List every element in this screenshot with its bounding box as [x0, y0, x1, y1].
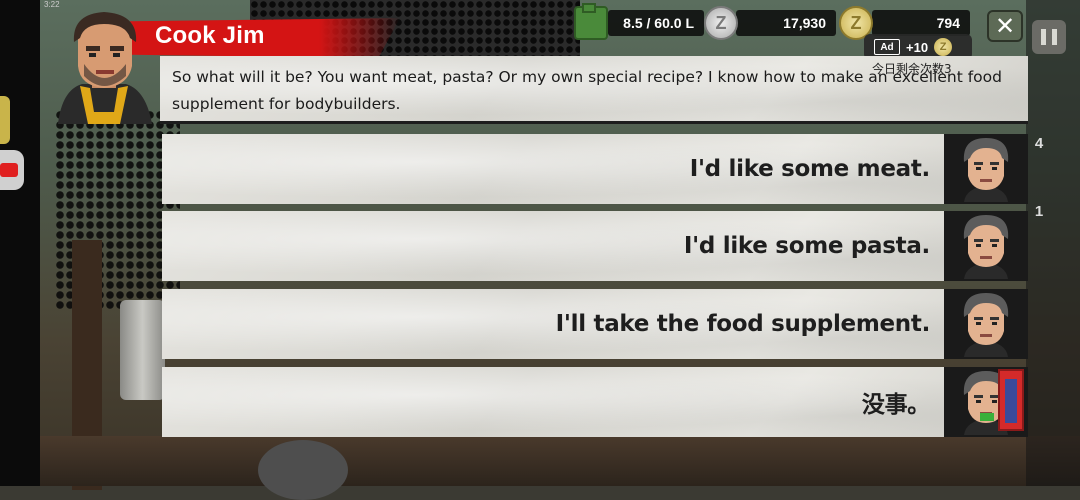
silver-coin-icon: Z — [704, 6, 738, 40]
dialogue-option[interactable]: 没事。 — [162, 367, 1028, 437]
close-icon: ✕ — [994, 12, 1016, 40]
player-portrait — [944, 134, 1028, 204]
right-side-panel — [1026, 0, 1080, 486]
side-counter: 4 — [1034, 135, 1044, 152]
player-portrait — [944, 211, 1028, 281]
fuel-counter: 8.5 / 60.0 L — [608, 10, 704, 36]
option-label: I'd like some meat. — [689, 156, 931, 182]
silver-coin-counter: 17,930 — [736, 10, 836, 36]
gold-coin-counter: 794 — [872, 10, 970, 36]
exit-arrow-icon — [980, 413, 994, 421]
video-tab-button[interactable] — [0, 150, 24, 190]
option-label: I'd like some pasta. — [683, 233, 930, 259]
speaker-name: Cook Jim — [155, 22, 265, 49]
left-edge — [0, 0, 40, 486]
cook-jim-portrait — [48, 8, 160, 124]
ad-remaining-label: 今日剩余次数3 — [872, 62, 952, 76]
rock — [258, 440, 348, 500]
exit-door-icon — [998, 369, 1024, 431]
player-portrait — [944, 289, 1028, 359]
ad-reward-amount: +10 — [906, 39, 929, 55]
gold-coin-icon: Z — [934, 38, 953, 56]
option-label: I'll take the food supplement. — [555, 311, 931, 337]
dialogue-option[interactable]: I'll take the food supplement. — [162, 289, 1028, 359]
video-play-icon — [0, 163, 18, 177]
dialogue-option[interactable]: I'd like some pasta. — [162, 211, 1028, 281]
video-ad-icon: Ad — [874, 39, 900, 55]
dialogue-option[interactable]: I'd like some meat. — [162, 134, 1028, 204]
pause-button[interactable] — [1032, 20, 1066, 54]
left-side-tab[interactable] — [0, 96, 10, 144]
barrel — [120, 300, 165, 400]
ground — [40, 436, 1080, 486]
close-button[interactable]: ✕ — [987, 10, 1023, 42]
side-counter: 1 — [1034, 203, 1044, 220]
fuel-canister-icon — [574, 3, 608, 40]
player-portrait-exit — [944, 367, 1028, 437]
option-label: 没事。 — [861, 392, 930, 418]
